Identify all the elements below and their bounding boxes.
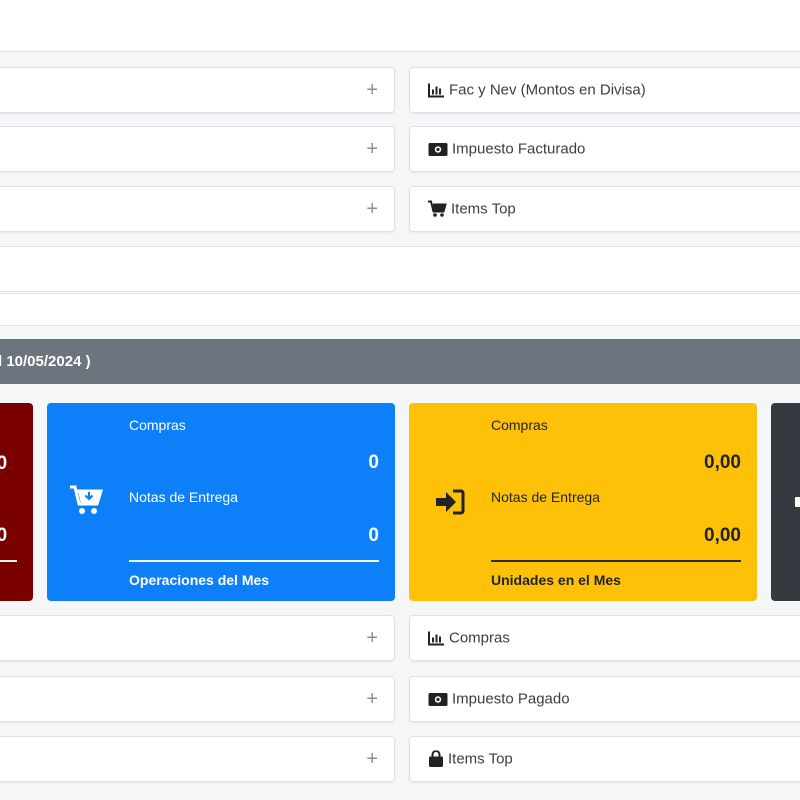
card-title-text: Items Top bbox=[451, 200, 516, 218]
stat-footer: Unidades en el Mes bbox=[491, 572, 621, 588]
cart-icon bbox=[428, 200, 447, 217]
collapsed-card-left-1[interactable]: + bbox=[0, 67, 395, 113]
sign-in-icon bbox=[436, 489, 465, 515]
collapsed-card-left-5[interactable]: + bbox=[0, 676, 395, 722]
expand-plus-icon[interactable]: + bbox=[366, 689, 378, 709]
cart-download-icon bbox=[70, 485, 103, 514]
card-title-text: Impuesto Pagado bbox=[452, 690, 570, 708]
bar-chart-icon bbox=[428, 631, 444, 646]
top-strip bbox=[0, 0, 800, 52]
collapsed-card-left-2[interactable]: + bbox=[0, 126, 395, 172]
shopping-bag-icon bbox=[429, 750, 443, 767]
stat-label-compras: Compras bbox=[491, 417, 548, 433]
stat-value-notas: 0,00 bbox=[704, 525, 741, 546]
month-header-text: l 10/05/2024 ) bbox=[0, 353, 91, 370]
stat-label-compras: Compras bbox=[129, 417, 186, 433]
stat-box-operaciones: Compras 0 Notas de Entrega 0 Operaciones… bbox=[47, 403, 395, 601]
card-impuesto-pagado[interactable]: Impuesto Pagado bbox=[409, 676, 800, 722]
card-fac-nev[interactable]: Fac y Nev (Montos en Divisa) bbox=[409, 67, 800, 113]
stat-divider bbox=[0, 560, 17, 562]
card-title-text: Fac y Nev (Montos en Divisa) bbox=[449, 81, 646, 99]
stat-value-1: 00 bbox=[0, 453, 8, 474]
money-icon bbox=[428, 142, 448, 156]
month-header-bar: l 10/05/2024 ) bbox=[0, 339, 800, 384]
collapsed-card-left-4[interactable]: + bbox=[0, 615, 395, 661]
expand-plus-icon[interactable]: + bbox=[366, 80, 378, 100]
empty-strip-1 bbox=[0, 246, 800, 292]
card-impuesto-facturado[interactable]: Impuesto Facturado bbox=[409, 126, 800, 172]
card-title-text: Items Top bbox=[448, 750, 513, 768]
expand-plus-icon[interactable]: + bbox=[366, 749, 378, 769]
stat-label-notas: Notas de Entrega bbox=[491, 489, 600, 505]
expand-plus-icon[interactable]: + bbox=[366, 139, 378, 159]
stat-value-compras: 0,00 bbox=[704, 452, 741, 473]
stat-value-notas: 0 bbox=[368, 525, 379, 546]
card-title-text: Impuesto Facturado bbox=[452, 140, 586, 158]
stat-box-unidades: Compras 0,00 Notas de Entrega 0,00 Unida… bbox=[409, 403, 757, 601]
stat-footer: Operaciones del Mes bbox=[129, 572, 270, 588]
stat-divider bbox=[129, 560, 379, 562]
collapsed-card-left-6[interactable]: + bbox=[0, 736, 395, 782]
stat-value-2: 00 bbox=[0, 525, 8, 546]
partial-icon bbox=[795, 497, 800, 507]
expand-plus-icon[interactable]: + bbox=[366, 628, 378, 648]
stat-label-notas: Notas de Entrega bbox=[129, 489, 238, 505]
stat-value-compras: 0 bbox=[368, 452, 379, 473]
card-items-top[interactable]: Items Top bbox=[409, 186, 800, 232]
expand-plus-icon[interactable]: + bbox=[366, 199, 378, 219]
empty-strip-2 bbox=[0, 293, 800, 326]
card-items-top-bottom[interactable]: Items Top bbox=[409, 736, 800, 782]
card-title-text: Compras bbox=[449, 629, 510, 647]
stat-box-red: 00 00 bbox=[0, 403, 33, 601]
card-compras[interactable]: Compras bbox=[409, 615, 800, 661]
money-icon bbox=[428, 692, 448, 706]
collapsed-card-left-3[interactable]: + bbox=[0, 186, 395, 232]
stat-divider bbox=[491, 560, 741, 562]
bar-chart-icon bbox=[428, 83, 444, 98]
stat-box-dark bbox=[771, 403, 800, 601]
